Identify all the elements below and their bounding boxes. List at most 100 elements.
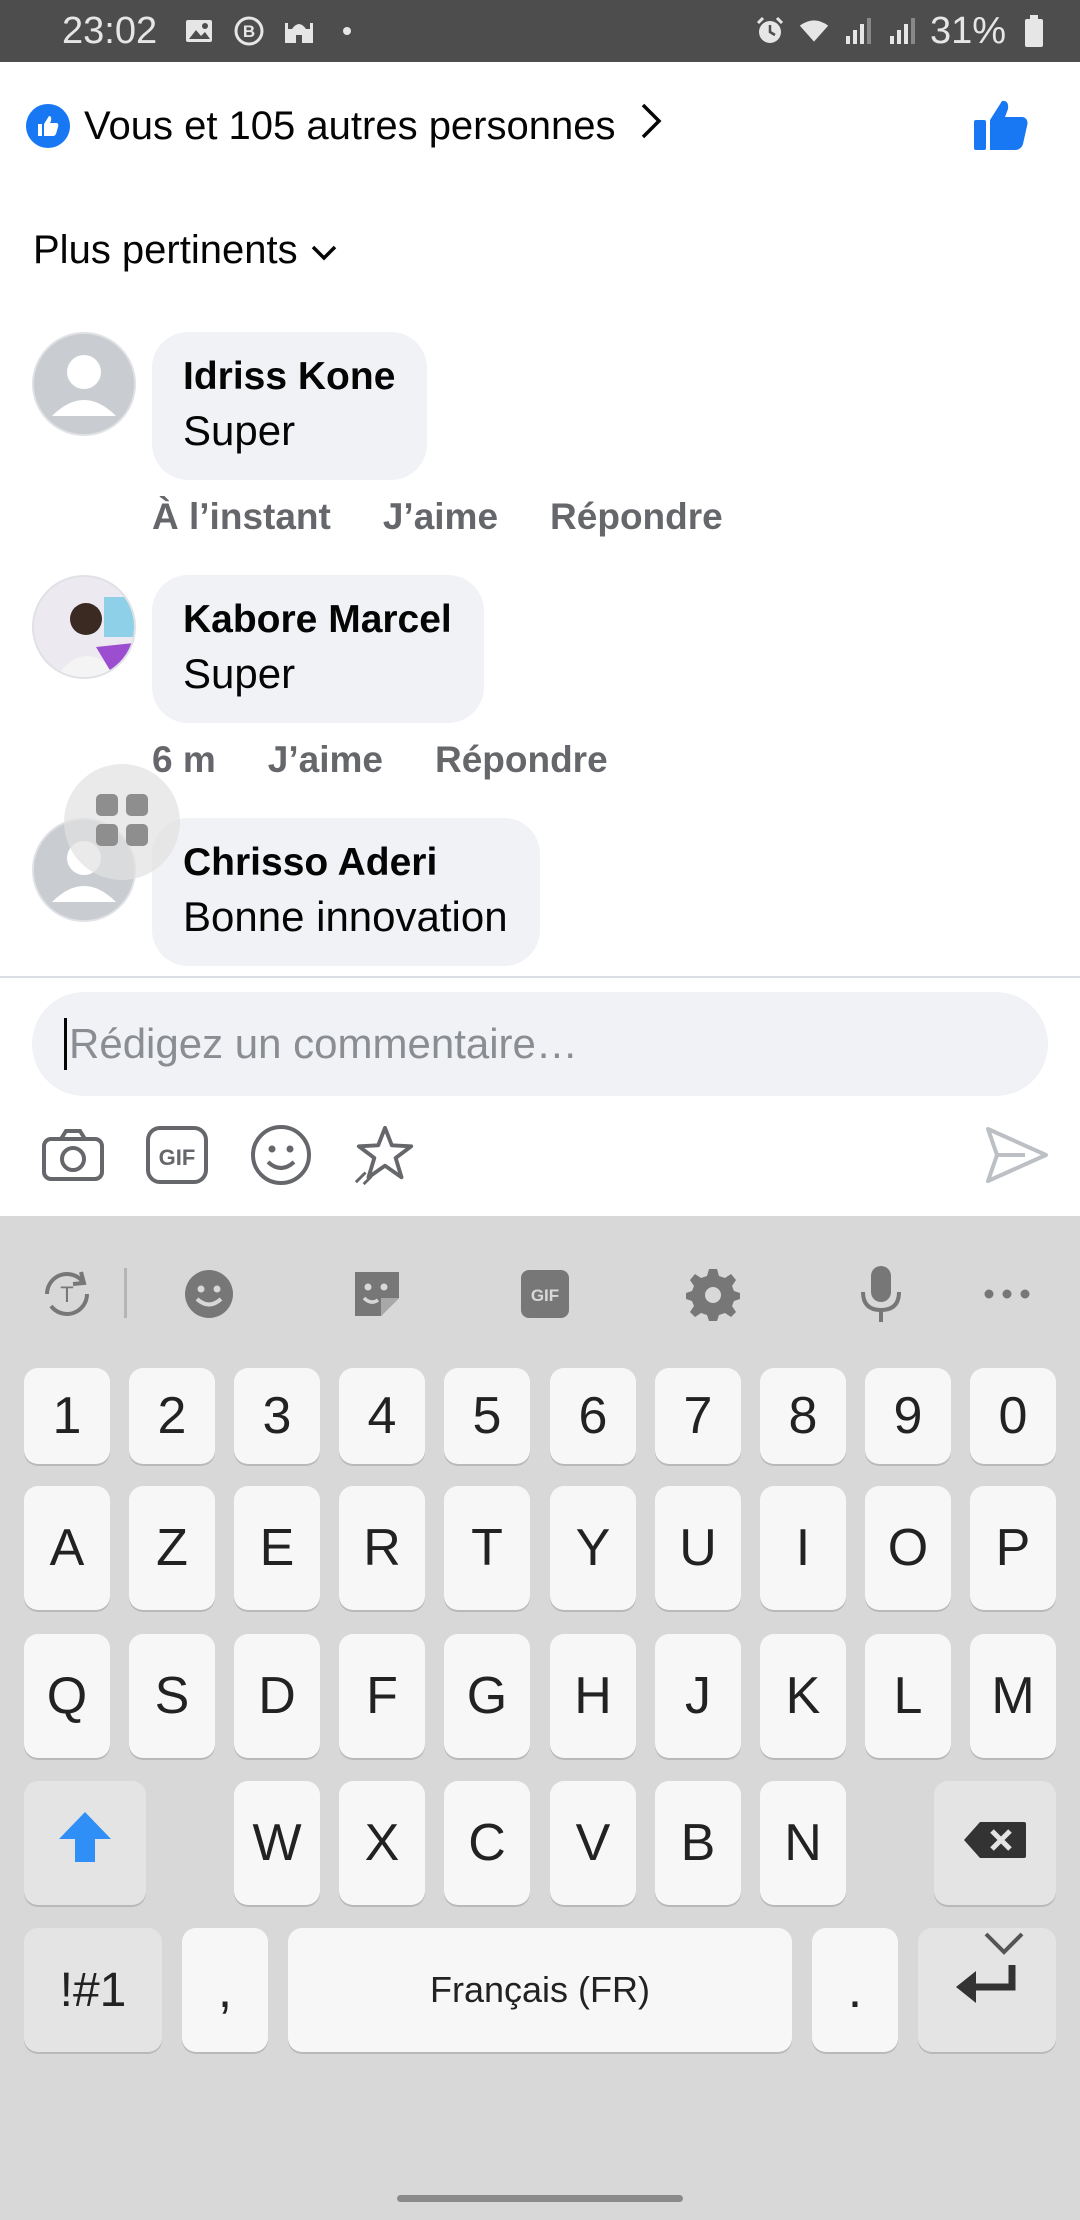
wifi-icon: [798, 15, 830, 47]
key-s[interactable]: S: [129, 1634, 215, 1758]
gif-icon[interactable]: GIF: [512, 1261, 578, 1327]
key-5[interactable]: 5: [444, 1368, 530, 1464]
comment-reply-button[interactable]: Répondre: [550, 496, 723, 538]
key-3[interactable]: 3: [234, 1368, 320, 1464]
emoji-icon[interactable]: [176, 1261, 242, 1327]
avatar[interactable]: [32, 332, 136, 436]
key-7[interactable]: 7: [655, 1368, 741, 1464]
sort-dropdown[interactable]: Plus pertinents: [33, 228, 338, 273]
key-v[interactable]: V: [550, 1781, 636, 1905]
key-w[interactable]: W: [234, 1781, 320, 1905]
microphone-icon[interactable]: [848, 1261, 914, 1327]
key-f[interactable]: F: [339, 1634, 425, 1758]
comment-author[interactable]: Idriss Kone: [183, 352, 395, 402]
reactions-summary[interactable]: Vous et 105 autres personnes: [26, 96, 663, 156]
floating-apps-button[interactable]: [64, 764, 180, 880]
key-j[interactable]: J: [655, 1634, 741, 1758]
shift-arrow-icon: [57, 1809, 113, 1878]
comment-text: Bonne innovation: [183, 893, 508, 940]
send-icon[interactable]: [984, 1122, 1050, 1188]
sticker-icon[interactable]: [352, 1122, 418, 1188]
key-g[interactable]: G: [444, 1634, 530, 1758]
key-u[interactable]: U: [655, 1486, 741, 1610]
comment-bubble[interactable]: Kabore Marcel Super: [152, 575, 484, 723]
key-0[interactable]: 0: [970, 1368, 1056, 1464]
key-t[interactable]: T: [444, 1486, 530, 1610]
alarm-icon: [754, 15, 786, 47]
svg-text:GIF: GIF: [531, 1286, 559, 1305]
battery-percent: 31%: [929, 9, 1006, 52]
comment-bubble[interactable]: Chrisso Aderi Bonne innovation: [152, 818, 540, 966]
hide-keyboard-button[interactable]: [982, 1930, 1026, 1963]
key-d[interactable]: D: [234, 1634, 320, 1758]
key-q[interactable]: Q: [24, 1634, 110, 1758]
key-9[interactable]: 9: [865, 1368, 951, 1464]
like-reaction-icon: [26, 104, 70, 148]
backspace-key[interactable]: [934, 1781, 1056, 1905]
backspace-icon: [962, 1813, 1028, 1873]
key-l[interactable]: L: [865, 1634, 951, 1758]
image-icon: [183, 15, 215, 47]
gif-icon[interactable]: GIF: [144, 1122, 210, 1188]
home-indicator[interactable]: [397, 2195, 683, 2202]
comment-author[interactable]: Chrisso Aderi: [183, 838, 508, 888]
comment-bubble[interactable]: Idriss Kone Super: [152, 332, 428, 480]
key-2[interactable]: 2: [129, 1368, 215, 1464]
key-b[interactable]: B: [655, 1781, 741, 1905]
key-8[interactable]: 8: [760, 1368, 846, 1464]
notification-dot: [343, 27, 352, 35]
key-1[interactable]: 1: [24, 1368, 110, 1464]
comment-like-button[interactable]: J’aime: [268, 739, 383, 781]
mosque-icon: [283, 15, 315, 47]
key-p[interactable]: P: [970, 1486, 1056, 1610]
emoji-icon[interactable]: [248, 1122, 314, 1188]
key-6[interactable]: 6: [550, 1368, 636, 1464]
key-z[interactable]: Z: [129, 1486, 215, 1610]
enter-icon: [954, 1960, 1020, 2020]
key-c[interactable]: C: [444, 1781, 530, 1905]
key-4[interactable]: 4: [339, 1368, 425, 1464]
signal-icon: [886, 15, 918, 47]
comment-reply-button[interactable]: Répondre: [435, 739, 608, 781]
key-y[interactable]: Y: [550, 1486, 636, 1610]
comment-input[interactable]: Rédigez un commentaire…: [32, 992, 1048, 1096]
text-translate-icon[interactable]: T: [34, 1261, 100, 1327]
settings-icon[interactable]: [680, 1261, 746, 1327]
comment-actions: 6 m J’aime Répondre: [152, 739, 608, 781]
camera-icon[interactable]: [40, 1122, 106, 1188]
comma-key[interactable]: ,: [182, 1928, 268, 2052]
composer-toolbar: GIF: [40, 1120, 1050, 1190]
svg-text:T: T: [60, 1282, 73, 1307]
symbols-key[interactable]: !#1: [24, 1928, 162, 2052]
text-cursor: [64, 1018, 67, 1070]
key-e[interactable]: E: [234, 1486, 320, 1610]
reactions-text: Vous et 105 autres personnes: [84, 103, 616, 148]
svg-text:GIF: GIF: [159, 1145, 196, 1170]
key-m[interactable]: M: [970, 1634, 1056, 1758]
sticker-icon[interactable]: [344, 1261, 410, 1327]
key-a[interactable]: A: [24, 1486, 110, 1610]
status-time: 23:02: [62, 9, 158, 52]
avatar[interactable]: [32, 575, 136, 679]
divider: [0, 976, 1080, 978]
comment-actions: À l’instant J’aime Répondre: [152, 496, 723, 538]
status-bar: 23:02 B 31%: [0, 0, 1080, 62]
period-key[interactable]: .: [812, 1928, 898, 2052]
key-o[interactable]: O: [865, 1486, 951, 1610]
key-x[interactable]: X: [339, 1781, 425, 1905]
chevron-down-icon: [310, 228, 338, 273]
comment-time: À l’instant: [152, 496, 331, 537]
more-icon[interactable]: [974, 1261, 1040, 1327]
key-h[interactable]: H: [550, 1634, 636, 1758]
comment-author[interactable]: Kabore Marcel: [183, 595, 452, 645]
key-i[interactable]: I: [760, 1486, 846, 1610]
comment-like-button[interactable]: J’aime: [383, 496, 498, 538]
key-n[interactable]: N: [760, 1781, 846, 1905]
space-key[interactable]: Français (FR): [288, 1928, 792, 2052]
key-r[interactable]: R: [339, 1486, 425, 1610]
signal-icon: [842, 15, 874, 47]
grid-icon: [94, 792, 150, 853]
like-button[interactable]: [972, 98, 1030, 157]
key-k[interactable]: K: [760, 1634, 846, 1758]
shift-key[interactable]: [24, 1781, 146, 1905]
